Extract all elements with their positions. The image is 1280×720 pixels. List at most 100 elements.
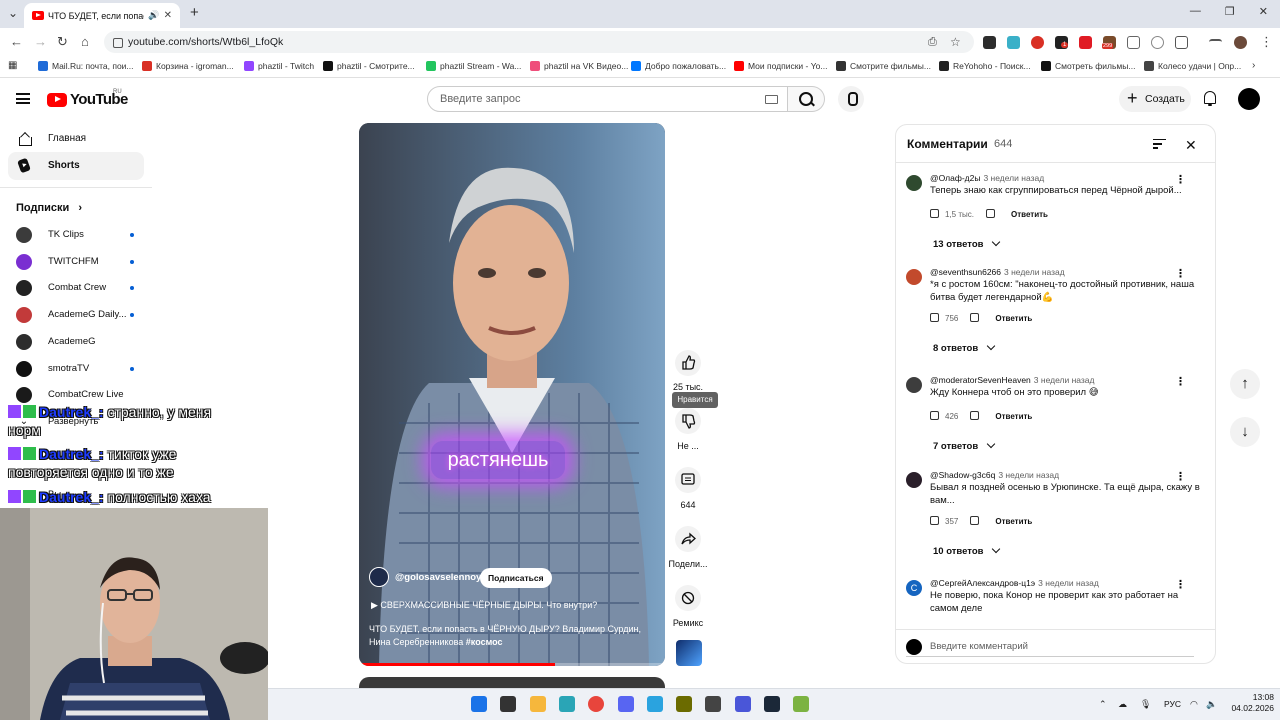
comment-like-icon[interactable] — [930, 516, 939, 525]
comment-dislike-icon[interactable] — [970, 411, 980, 420]
sidebar-subscription-item[interactable]: CombatCrew Live — [16, 387, 138, 405]
comment-author[interactable]: @Олаф-д2ы — [930, 173, 980, 183]
comment-avatar[interactable] — [906, 269, 922, 285]
video-progress-bar[interactable] — [359, 663, 665, 666]
forward-arrow-icon[interactable]: → — [34, 34, 47, 49]
volume-icon[interactable]: 🔈 — [1206, 699, 1217, 710]
tab-close-icon[interactable]: ✕ — [164, 10, 172, 21]
sidebar-item-shorts[interactable]: Shorts — [8, 152, 144, 180]
shorts-video-player[interactable]: растянешь @golosavselennoy Подписаться ▶… — [359, 123, 665, 666]
notifications-bell-icon[interactable] — [1203, 91, 1217, 106]
close-icon[interactable]: ✕ — [1185, 137, 1197, 154]
bookmark-item[interactable]: phaztil Stream - Wa... — [426, 61, 521, 71]
more-bookmarks-icon[interactable]: › — [1252, 60, 1255, 71]
install-app-icon[interactable]: ⎙ — [928, 36, 937, 49]
sidebar-subscription-item[interactable]: AcademeG Daily... — [16, 307, 138, 325]
extension-icon[interactable]: 1 — [1055, 36, 1069, 49]
reply-button[interactable]: Ответить — [995, 517, 1032, 526]
hashtag-link[interactable]: #космос — [466, 637, 503, 647]
share-button[interactable] — [675, 526, 701, 552]
comment-dislike-icon[interactable] — [985, 209, 995, 218]
bookmark-item[interactable]: phaztil - Twitch — [244, 61, 314, 71]
comment-time[interactable]: 3 недели назад — [1034, 375, 1095, 385]
taskbar-discord-icon[interactable] — [617, 696, 634, 712]
view-replies-button[interactable]: 10 ответов — [933, 544, 1001, 557]
comment-more-icon[interactable]: ⋮ — [1175, 470, 1186, 483]
tray-chevron-icon[interactable]: ⌃ — [1099, 699, 1107, 710]
reply-button[interactable]: Ответить — [1011, 210, 1048, 219]
channel-handle[interactable]: @golosavselennoy — [395, 572, 481, 583]
comment-like-icon[interactable] — [930, 411, 939, 420]
sidebar-item-home[interactable]: Главная — [8, 125, 144, 153]
bookmark-item[interactable]: Mail.Ru: почта, пои... — [38, 61, 134, 71]
comment-avatar[interactable] — [906, 175, 922, 191]
comment-more-icon[interactable]: ⋮ — [1175, 267, 1186, 280]
comment-avatar[interactable] — [906, 377, 922, 393]
minimize-icon[interactable]: — — [1190, 5, 1201, 18]
create-button[interactable]: Создать — [1119, 85, 1191, 112]
system-clock[interactable]: 13:08 04.02.2026 — [1222, 692, 1274, 714]
comment-dislike-icon[interactable] — [970, 516, 980, 525]
reload-icon[interactable]: ↻ — [57, 34, 68, 50]
maximize-icon[interactable]: ❐ — [1225, 5, 1235, 18]
media-control-icon[interactable] — [1209, 39, 1222, 47]
sidebar-subscription-item[interactable]: TWITCHFM — [16, 253, 138, 272]
tab-audio-icon[interactable]: 🔊 — [148, 10, 159, 21]
extensions-puzzle-icon[interactable] — [1175, 36, 1188, 49]
keyboard-icon[interactable] — [765, 95, 778, 104]
channel-avatar[interactable] — [369, 567, 389, 587]
comment-time[interactable]: 3 недели назад — [998, 470, 1059, 480]
taskbar-search-icon[interactable] — [500, 696, 517, 712]
subscribe-button[interactable]: Подписаться — [480, 568, 552, 588]
tab-list-chevron-icon[interactable]: ⌄ — [8, 6, 18, 20]
sort-icon[interactable] — [1153, 139, 1166, 149]
apps-grid-icon[interactable]: ▦ — [8, 60, 17, 71]
like-button[interactable] — [675, 350, 701, 376]
taskbar-obs-app-icon[interactable] — [676, 696, 693, 712]
sound-thumbnail[interactable] — [676, 640, 702, 666]
bookmark-item[interactable]: Корзина - igroman... — [142, 61, 234, 71]
sidebar-subscription-item[interactable]: smotraTV — [16, 360, 138, 379]
bookmark-item[interactable]: phaztil - Смотрите... — [323, 61, 415, 71]
bookmark-item[interactable]: Добро пожаловать... — [631, 61, 726, 71]
network-icon[interactable]: ☁ — [1118, 699, 1127, 710]
taskbar-start-icon[interactable] — [471, 696, 487, 712]
bookmark-item[interactable]: Колесо удачи | Опр... — [1144, 61, 1241, 71]
comment-time[interactable]: 3 недели назад — [983, 173, 1044, 183]
back-arrow-icon[interactable]: ← — [10, 34, 23, 49]
comment-like-icon[interactable] — [930, 209, 939, 218]
comment-author[interactable]: @Shadow-g3c6q — [930, 470, 995, 480]
taskbar-app-icon[interactable] — [705, 696, 722, 712]
comment-more-icon[interactable]: ⋮ — [1175, 173, 1186, 186]
search-input[interactable]: Введите запрос — [427, 86, 788, 112]
globe-icon[interactable] — [1151, 36, 1164, 49]
comment-time[interactable]: 3 недели назад — [1004, 267, 1065, 277]
account-avatar[interactable] — [1238, 88, 1260, 110]
bookmark-item[interactable]: ReYohoho - Поиск... — [939, 61, 1031, 71]
comment-input[interactable]: Введите комментарий — [906, 637, 1194, 657]
comment-author[interactable]: @moderatorSevenHeaven — [930, 375, 1031, 385]
comments-button[interactable] — [675, 467, 701, 493]
view-replies-button[interactable]: 13 ответов — [933, 237, 1001, 250]
search-button[interactable] — [788, 86, 825, 112]
extension-icon[interactable] — [1127, 36, 1140, 49]
sidebar-subscription-item[interactable]: AcademeG — [16, 333, 138, 352]
taskbar-explorer-icon[interactable] — [529, 696, 546, 712]
voice-search-mic-icon[interactable] — [838, 86, 864, 112]
extension-icon[interactable] — [1079, 36, 1092, 49]
comment-more-icon[interactable]: ⋮ — [1175, 375, 1186, 388]
url-field[interactable]: youtube.com/shorts/Wtb6l_LfoQk — [104, 31, 974, 53]
bookmark-item[interactable]: Смотрите фильмы... — [836, 61, 931, 71]
comment-author[interactable]: @СергейАлександров-ц1э — [930, 578, 1035, 588]
browser-tab-active[interactable]: ЧТО БУДЕТ, если попасть в 🔊 ✕ — [24, 3, 180, 28]
taskbar-game-icon[interactable] — [793, 696, 810, 712]
reply-button[interactable]: Ответить — [995, 314, 1032, 323]
extension-icon[interactable] — [1031, 36, 1044, 49]
new-tab-plus-icon[interactable]: + — [190, 4, 199, 21]
next-short-button[interactable]: ↓ — [1230, 417, 1260, 447]
previous-short-button[interactable]: ↑ — [1230, 369, 1260, 399]
home-browser-icon[interactable]: ⌂ — [81, 34, 89, 49]
microphone-icon[interactable]: 🎙 — [1140, 699, 1151, 710]
bookmark-item[interactable]: phaztil на VK Видео... — [530, 61, 628, 71]
remix-button[interactable] — [675, 585, 701, 611]
